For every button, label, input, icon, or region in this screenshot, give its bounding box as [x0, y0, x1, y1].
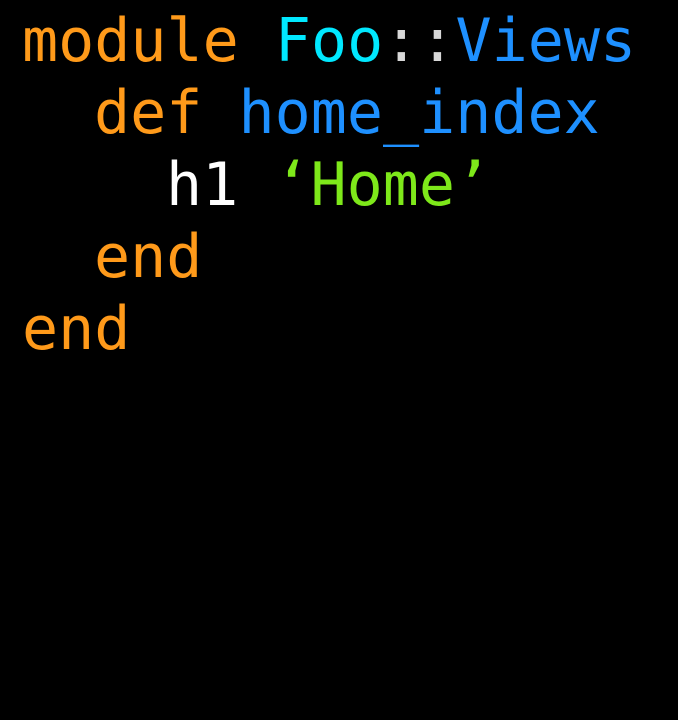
code-line-module: module Foo::Views — [22, 5, 636, 77]
code-view: module Foo::Views def home_index h1 ‘Hom… — [0, 0, 678, 365]
constant-foo: Foo — [274, 6, 384, 76]
keyword-end: end — [94, 222, 203, 292]
code-line-def: def home_index — [22, 77, 600, 149]
constant-views: Views — [455, 6, 637, 76]
code-line-h1: h1 ‘Home’ — [22, 149, 491, 221]
method-name: home_index — [238, 78, 600, 148]
keyword-def: def — [94, 78, 203, 148]
code-line-end-module: end — [22, 293, 130, 365]
method-call-h1: h1 — [166, 150, 239, 220]
code-line-end-def: end — [22, 221, 202, 293]
keyword-end: end — [22, 294, 131, 364]
scope-separator: :: — [383, 6, 456, 76]
string-literal: ‘Home’ — [274, 150, 492, 220]
keyword-module: module — [22, 6, 239, 76]
